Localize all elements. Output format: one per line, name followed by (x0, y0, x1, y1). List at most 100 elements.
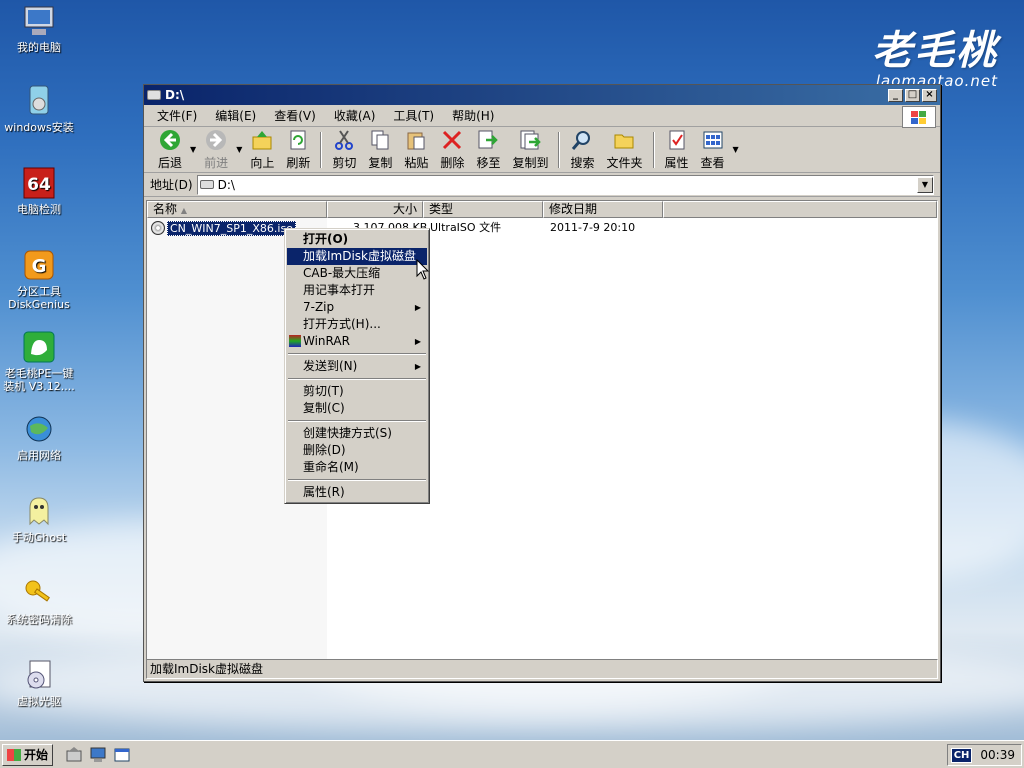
language-indicator[interactable]: CH (950, 747, 973, 763)
address-input[interactable]: D:\ ▼ (196, 174, 934, 195)
properties-button[interactable]: 属性 (659, 129, 695, 171)
back-button[interactable]: 后退 (152, 129, 188, 171)
minimize-button[interactable]: _ (888, 88, 903, 102)
forward-button[interactable]: 前进 (198, 129, 234, 171)
search-button[interactable]: 搜索 (564, 129, 600, 171)
desktop-icon-network[interactable]: 启用网络 (0, 412, 78, 462)
cut-button[interactable]: 剪切 (326, 129, 362, 171)
desktop-icon-windows-install[interactable]: windows安装 (0, 84, 78, 134)
menu-item-cab[interactable]: CAB-最大压缩 (287, 265, 427, 282)
move-to-button[interactable]: 移至 (470, 129, 506, 171)
delete-button[interactable]: 删除 (434, 129, 470, 171)
desktop-icon-ghost[interactable]: 手动Ghost (0, 494, 78, 544)
clock[interactable]: 00:39 (980, 748, 1015, 762)
mouse-cursor-icon (416, 259, 430, 280)
menu-item-open[interactable]: 打开(O) (287, 231, 427, 248)
close-button[interactable]: × (922, 88, 937, 102)
menu-separator (288, 353, 426, 355)
maximize-button[interactable]: □ (905, 88, 920, 102)
copy-to-label: 复制到 (512, 155, 549, 170)
address-dropdown-button[interactable]: ▼ (917, 176, 933, 193)
network-icon (22, 412, 56, 446)
views-dropdown-icon[interactable]: ▼ (733, 145, 739, 154)
desktop-icon-my-computer[interactable]: 我的电脑 (0, 4, 78, 54)
desktop-icon-virtual-drive[interactable]: 虚拟光驱 (0, 658, 78, 708)
desktop-icon-label: 手动Ghost (11, 531, 67, 544)
menu-item-notepad[interactable]: 用记事本打开 (287, 282, 427, 299)
menu-item-properties[interactable]: 属性(R) (287, 484, 427, 501)
menu-item-winrar[interactable]: WinRAR ▶ (287, 333, 427, 350)
desktop-icon-label: windows安装 (4, 121, 74, 134)
column-name-label: 名称 (153, 202, 178, 216)
copy-button[interactable]: 复制 (362, 129, 398, 171)
desktop-icon-label: 分区工具DiskGenius (8, 285, 70, 311)
refresh-button[interactable]: 刷新 (280, 129, 316, 171)
quicklaunch-tool-icon[interactable] (65, 746, 83, 764)
quicklaunch-computer-icon[interactable] (89, 746, 107, 764)
desktop-icon-label: 启用网络 (17, 449, 61, 462)
desktop-icon-laomaotao-installer[interactable]: 老毛桃PE一键装机 V3.12.... (0, 330, 78, 393)
windows-flag-icon (7, 748, 21, 761)
desktop-icon-diskgenius[interactable]: G 分区工具DiskGenius (0, 248, 78, 311)
disc-image-icon (151, 221, 165, 235)
brand-logo: 老毛桃 laomaotao.net (872, 18, 998, 90)
column-header-type[interactable]: 类型 (423, 201, 543, 218)
copy-to-button[interactable]: 复制到 (506, 129, 554, 171)
menu-item-send-to-label: 发送到(N) (303, 359, 358, 373)
submenu-arrow-icon: ▶ (414, 362, 421, 371)
address-value[interactable]: D:\ (218, 178, 917, 192)
virtual-drive-icon (22, 658, 56, 692)
sort-ascending-icon: ▲ (180, 206, 187, 215)
ghost-icon (22, 494, 56, 528)
title-bar[interactable]: D:\ _ □ × (144, 85, 940, 105)
forward-arrow-icon (204, 129, 228, 152)
menu-item-open-with[interactable]: 打开方式(H)... (287, 316, 427, 333)
paste-button[interactable]: 粘贴 (398, 129, 434, 171)
file-name[interactable]: CN_WIN7_SP1_X86.iso (167, 220, 296, 236)
column-header-modified[interactable]: 修改日期 (543, 201, 663, 218)
forward-dropdown-icon[interactable]: ▼ (236, 145, 242, 154)
laomaotao-icon (22, 330, 56, 364)
windows-logo-icon (902, 106, 936, 128)
menu-item-7zip[interactable]: 7-Zip ▶ (287, 299, 427, 316)
menu-favorites[interactable]: 收藏(A) (325, 105, 385, 126)
column-header-size[interactable]: 大小 (327, 201, 423, 218)
menu-tools[interactable]: 工具(T) (384, 105, 443, 126)
menu-bar: 文件(F) 编辑(E) 查看(V) 收藏(A) 工具(T) 帮助(H) (144, 105, 940, 128)
start-button[interactable]: 开始 (2, 743, 54, 766)
drive-icon (147, 90, 161, 100)
column-header-name[interactable]: 名称 ▲ (147, 201, 327, 218)
folders-button[interactable]: 文件夹 (600, 129, 648, 171)
table-row[interactable]: CN_WIN7_SP1_X86.iso (151, 220, 296, 236)
desktop-icon-pc-check[interactable]: 64 电脑检测 (0, 166, 78, 216)
menu-item-rename[interactable]: 重命名(M) (287, 459, 427, 476)
explorer-window[interactable]: D:\ _ □ × 文件(F) 编辑(E) 查看(V) 收藏(A) 工具(T) … (143, 84, 941, 682)
status-bar: 加载ImDisk虚拟磁盘 (146, 659, 938, 679)
menu-edit[interactable]: 编辑(E) (206, 105, 265, 126)
column-headers: 名称 ▲ 大小 类型 修改日期 (147, 201, 937, 218)
desktop-icon-password-clear[interactable]: 系统密码清除 (0, 576, 78, 626)
file-list[interactable]: 名称 ▲ 大小 类型 修改日期 CN_WIN7_SP1_X86.iso 3,10… (146, 200, 938, 660)
views-button[interactable]: 查看 (695, 129, 731, 171)
menu-file[interactable]: 文件(F) (148, 105, 206, 126)
desktop-icon-label: 我的电脑 (17, 41, 61, 54)
back-dropdown-icon[interactable]: ▼ (190, 145, 196, 154)
menu-view[interactable]: 查看(V) (265, 105, 325, 126)
submenu-arrow-icon: ▶ (414, 303, 421, 312)
menu-item-create-shortcut[interactable]: 创建快捷方式(S) (287, 425, 427, 442)
menu-item-imdisk[interactable]: 加载ImDisk虚拟磁盘 (287, 248, 427, 265)
scissors-icon (332, 129, 356, 152)
toolbar-separator (320, 131, 323, 168)
search-label: 搜索 (570, 155, 595, 170)
start-label: 开始 (24, 748, 49, 762)
up-button[interactable]: 向上 (244, 129, 280, 171)
folder-icon (612, 129, 636, 152)
menu-item-send-to[interactable]: 发送到(N) ▶ (287, 358, 427, 375)
quicklaunch-window-icon[interactable] (113, 746, 131, 764)
menu-item-cut[interactable]: 剪切(T) (287, 383, 427, 400)
menu-item-copy[interactable]: 复制(C) (287, 400, 427, 417)
menu-item-delete[interactable]: 删除(D) (287, 442, 427, 459)
clipboard-icon (404, 129, 428, 152)
desktop-icon-label: 系统密码清除 (6, 613, 72, 626)
menu-help[interactable]: 帮助(H) (443, 105, 503, 126)
